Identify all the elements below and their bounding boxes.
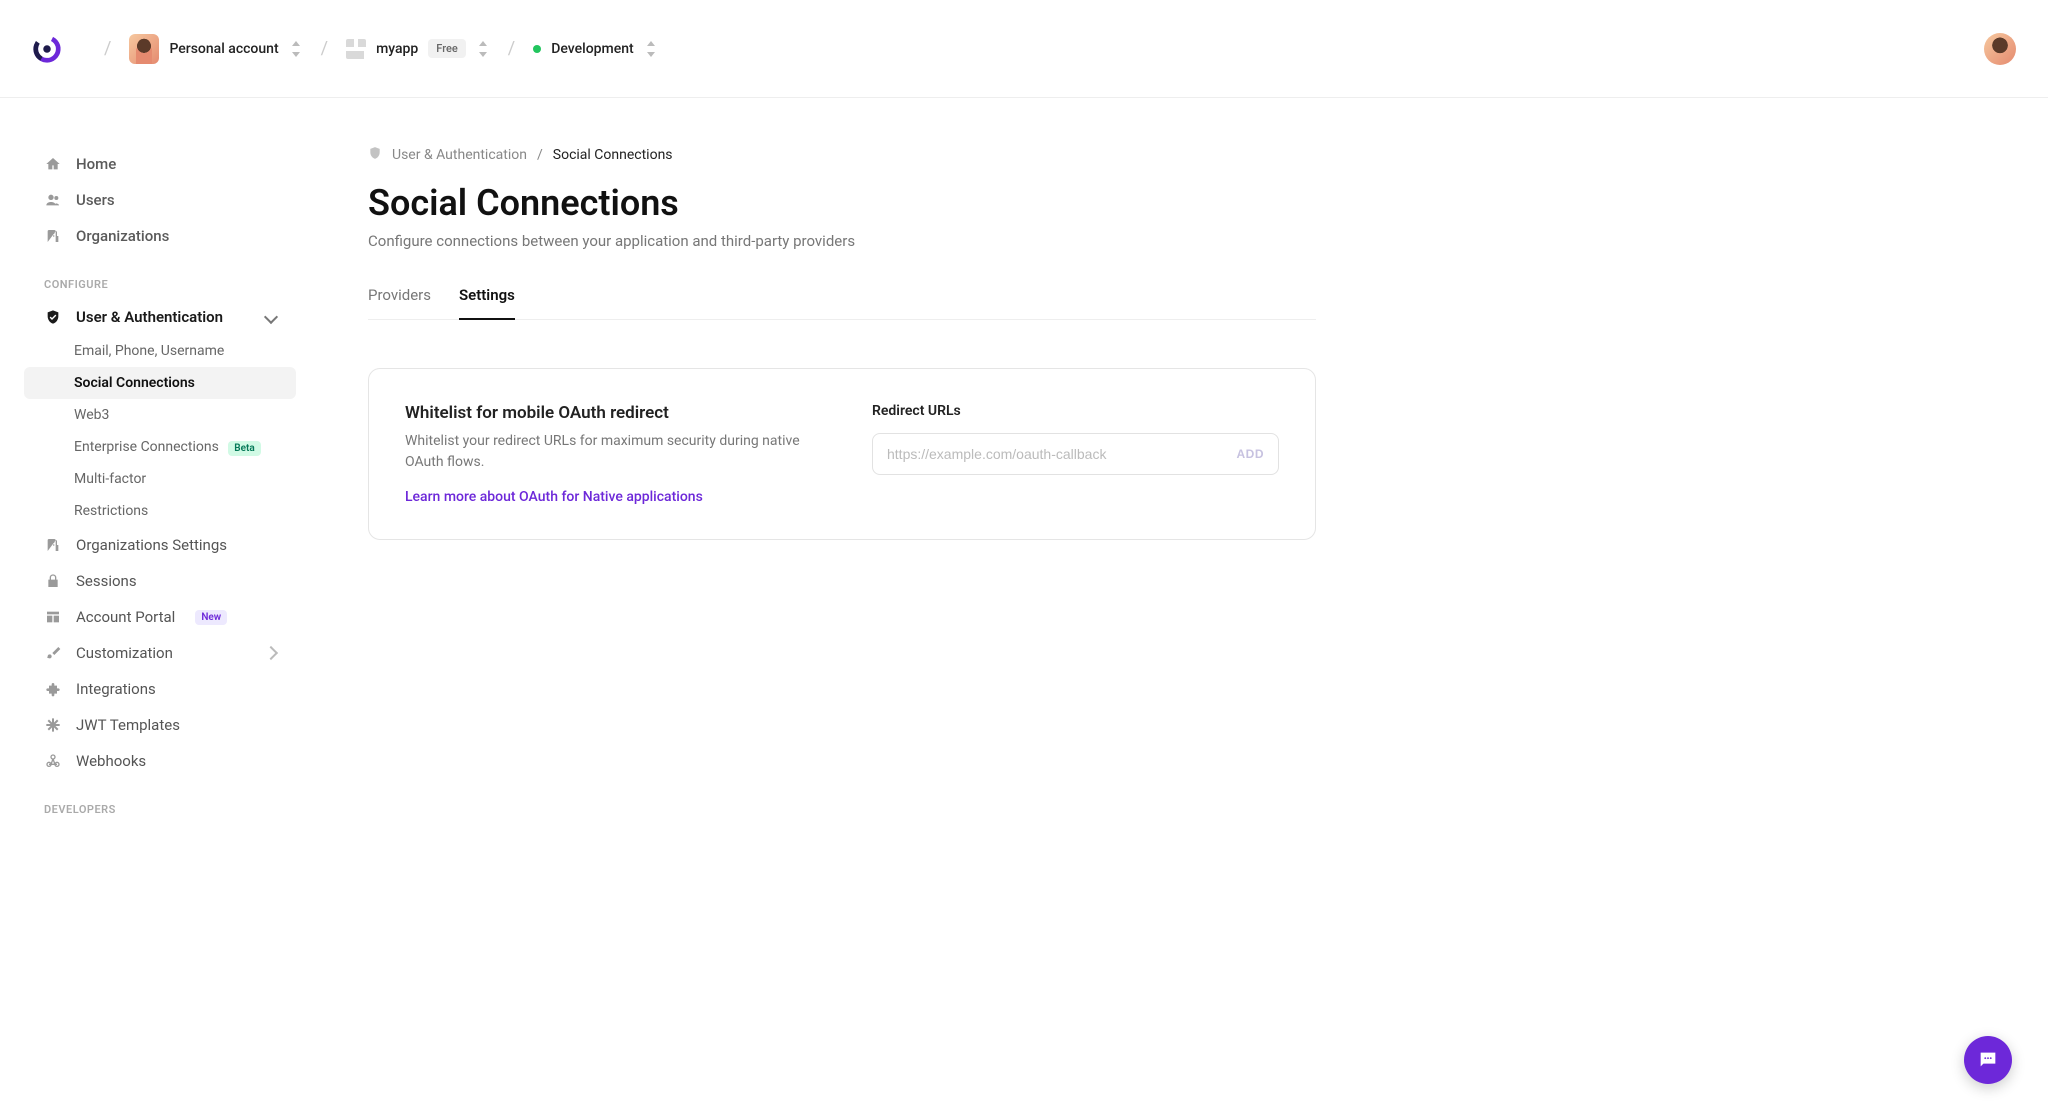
home-icon: [44, 155, 62, 173]
sidebar-item-sessions[interactable]: Sessions: [24, 563, 296, 599]
sidebar-sub-email[interactable]: Email, Phone, Username: [24, 335, 296, 367]
new-badge: New: [195, 610, 227, 625]
tabs: Providers Settings: [368, 286, 1316, 320]
chevron-down-icon: [264, 310, 278, 324]
top-header: / Personal account / myapp Free / Develo…: [0, 0, 2048, 98]
sidebar-sub-label: Restrictions: [74, 503, 148, 519]
user-avatar[interactable]: [1984, 33, 2016, 65]
sidebar-item-label: Home: [76, 155, 116, 173]
breadcrumb-sep: /: [537, 147, 543, 163]
account-avatar: [129, 34, 159, 64]
sidebar-item-label: Account Portal: [76, 608, 175, 626]
updown-icon: [476, 40, 490, 58]
account-switcher[interactable]: Personal account: [129, 34, 302, 64]
page-subtitle: Configure connections between your appli…: [368, 232, 1316, 250]
chat-fab[interactable]: [1964, 1036, 2012, 1084]
main-content: User & Authentication / Social Connectio…: [320, 98, 1380, 824]
sidebar-sub-social[interactable]: Social Connections: [24, 367, 296, 399]
sidebar-item-home[interactable]: Home: [24, 146, 296, 182]
sidebar-item-label: Customization: [76, 644, 173, 662]
app-label: myapp: [376, 41, 418, 57]
layout-icon: [44, 608, 62, 626]
shield-icon: [368, 146, 382, 164]
sidebar-sub-label: Multi-factor: [74, 471, 146, 487]
add-button[interactable]: ADD: [1237, 447, 1265, 461]
sidebar-item-portal[interactable]: Account Portal New: [24, 599, 296, 635]
tab-settings[interactable]: Settings: [459, 286, 515, 320]
card-title: Whitelist for mobile OAuth redirect: [405, 403, 812, 423]
breadcrumb-sep: /: [508, 38, 515, 59]
building-icon: [44, 536, 62, 554]
sidebar-item-customization[interactable]: Customization: [24, 635, 296, 671]
updown-icon: [644, 40, 658, 58]
sidebar-section-developers: DEVELOPERS: [24, 779, 296, 824]
brand-logo[interactable]: [32, 34, 62, 64]
account-label: Personal account: [169, 41, 278, 57]
beta-badge: Beta: [228, 441, 260, 456]
sidebar-item-users[interactable]: Users: [24, 182, 296, 218]
page-title: Social Connections: [368, 182, 1316, 224]
env-label: Development: [551, 41, 633, 57]
sidebar-item-jwt[interactable]: JWT Templates: [24, 707, 296, 743]
breadcrumb-current: Social Connections: [553, 147, 673, 163]
learn-more-link[interactable]: Learn more about OAuth for Native applic…: [405, 489, 703, 505]
users-icon: [44, 191, 62, 209]
chat-icon: [1977, 1049, 1999, 1071]
sidebar-item-label: Webhooks: [76, 752, 146, 770]
breadcrumb-parent[interactable]: User & Authentication: [392, 147, 527, 163]
sidebar-item-label: Users: [76, 191, 115, 209]
sidebar-item-user-auth[interactable]: User & Authentication: [24, 299, 296, 335]
building-icon: [44, 227, 62, 245]
sidebar-item-label: Integrations: [76, 680, 156, 698]
sidebar-sub-label: Web3: [74, 407, 109, 423]
puzzle-icon: [44, 680, 62, 698]
app-icon: [346, 39, 366, 59]
chevron-right-icon: [264, 646, 278, 660]
redirect-urls-label: Redirect URLs: [872, 403, 1279, 419]
asterisk-icon: [44, 716, 62, 734]
sidebar-item-label: Sessions: [76, 572, 137, 590]
sidebar-sub-label: Social Connections: [74, 375, 195, 391]
sidebar-sub-label: Enterprise Connections: [74, 439, 219, 455]
env-status-dot: [533, 45, 541, 53]
redirect-url-input[interactable]: [887, 446, 1237, 462]
breadcrumb-sep: /: [321, 38, 328, 59]
sidebar-sub-label: Email, Phone, Username: [74, 343, 224, 359]
breadcrumb: User & Authentication / Social Connectio…: [368, 146, 1316, 164]
sidebar-sub-web3[interactable]: Web3: [24, 399, 296, 431]
sidebar-sub-mfa[interactable]: Multi-factor: [24, 463, 296, 495]
paint-icon: [44, 644, 62, 662]
breadcrumb-sep: /: [104, 38, 111, 59]
sidebar-sub-enterprise[interactable]: Enterprise Connections Beta: [24, 431, 296, 463]
tab-providers[interactable]: Providers: [368, 286, 431, 319]
sidebar-item-label: JWT Templates: [76, 716, 180, 734]
redirect-url-input-row: ADD: [872, 433, 1279, 475]
sidebar-section-configure: CONFIGURE: [24, 254, 296, 299]
sidebar-item-organizations[interactable]: Organizations: [24, 218, 296, 254]
sidebar-item-integrations[interactable]: Integrations: [24, 671, 296, 707]
card-description: Whitelist your redirect URLs for maximum…: [405, 431, 812, 473]
sidebar: Home Users Organizations CONFIGURE User …: [0, 98, 320, 824]
whitelist-card: Whitelist for mobile OAuth redirect Whit…: [368, 368, 1316, 540]
plan-badge: Free: [428, 39, 466, 58]
sidebar-sub-restrictions[interactable]: Restrictions: [24, 495, 296, 527]
shield-icon: [44, 308, 62, 326]
sidebar-item-label: Organizations: [76, 227, 169, 245]
env-switcher[interactable]: Development: [533, 40, 657, 58]
sidebar-item-label: User & Authentication: [76, 308, 223, 326]
lock-icon: [44, 572, 62, 590]
updown-icon: [289, 40, 303, 58]
sidebar-item-org-settings[interactable]: Organizations Settings: [24, 527, 296, 563]
sidebar-item-webhooks[interactable]: Webhooks: [24, 743, 296, 779]
webhook-icon: [44, 752, 62, 770]
app-switcher[interactable]: myapp Free: [346, 39, 490, 59]
sidebar-item-label: Organizations Settings: [76, 536, 227, 554]
